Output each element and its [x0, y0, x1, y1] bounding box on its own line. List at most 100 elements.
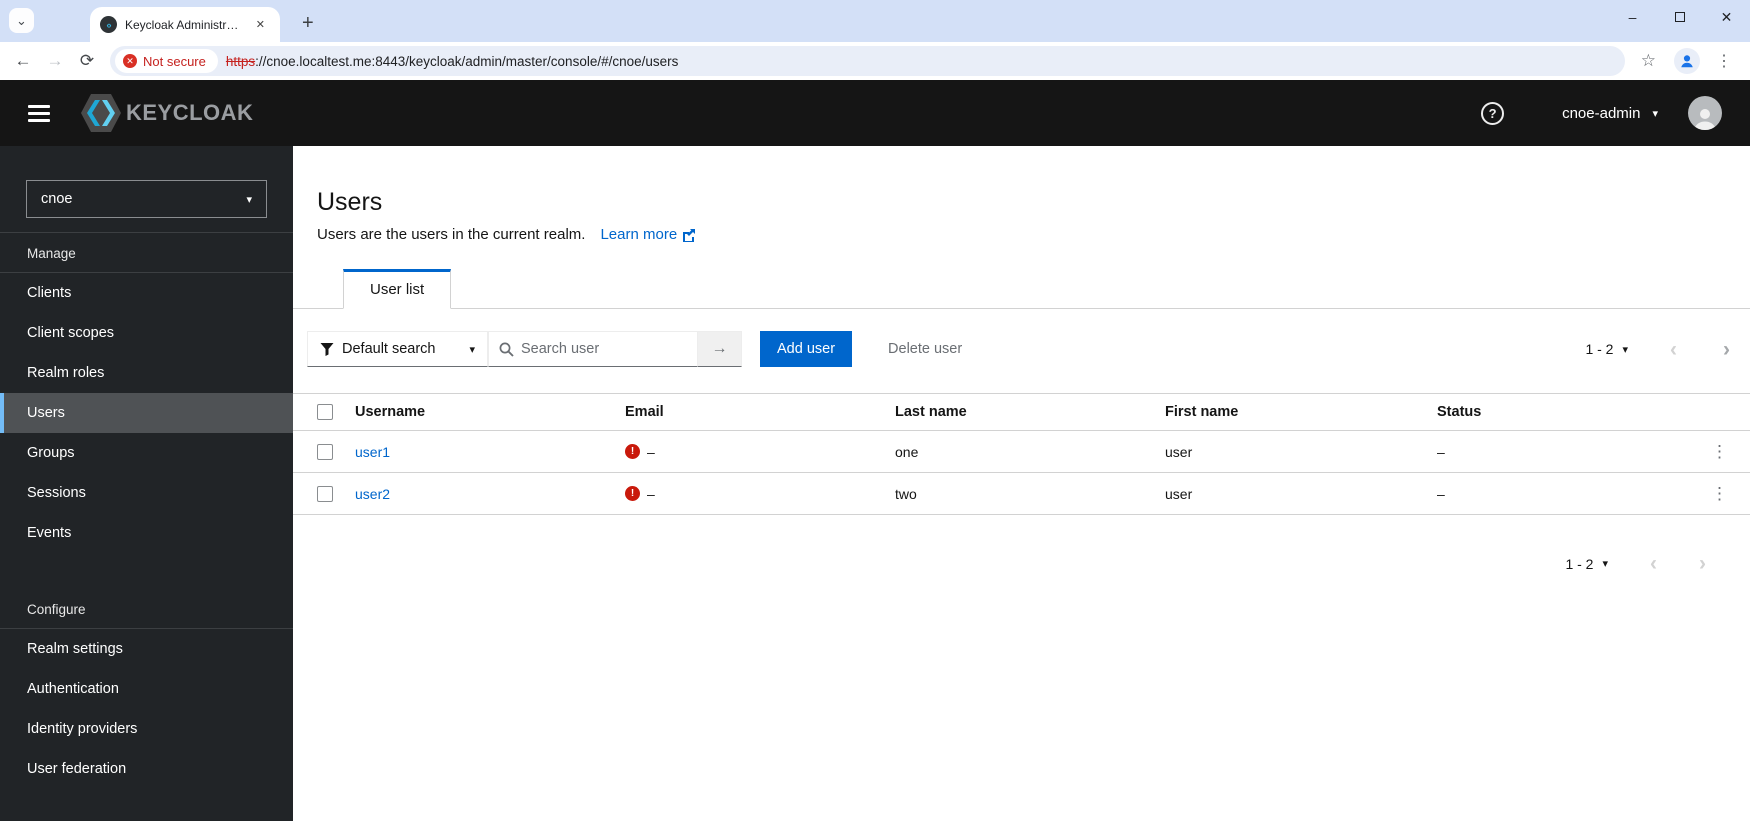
page-subtitle-row: Users are the users in the current realm… [317, 226, 1726, 243]
bookmark-star-icon[interactable]: ☆ [1633, 51, 1664, 71]
users-table: Username Email Last name First name Stat… [293, 393, 1750, 515]
url-text: https://cnoe.localtest.me:8443/keycloak/… [226, 54, 679, 69]
browser-menu-icon[interactable]: ⋮ [1710, 51, 1738, 71]
window-maximize-button[interactable] [1656, 0, 1703, 34]
search-input[interactable] [521, 341, 671, 357]
realm-selector[interactable]: cnoe ▾ [26, 180, 267, 218]
current-username: cnoe-admin [1562, 104, 1641, 122]
search-type-dropdown[interactable]: Default search ▾ [307, 331, 488, 367]
app-body: cnoe ▾ Manage Clients Client scopes Real… [0, 146, 1750, 821]
main-content: Users Users are the users in the current… [293, 146, 1750, 821]
col-first-name: First name [1165, 404, 1239, 420]
pagination-range: 1 - 2 [1585, 341, 1614, 357]
row-checkbox[interactable] [317, 485, 333, 502]
sidebar-item-user-federation[interactable]: User federation [0, 749, 293, 789]
learn-more-link[interactable]: Learn more [600, 226, 696, 243]
status-value: – [1437, 443, 1445, 460]
sidebar-item-clients[interactable]: Clients [0, 273, 293, 313]
sidebar-item-sessions[interactable]: Sessions [0, 473, 293, 513]
sidebar-item-client-scopes[interactable]: Client scopes [0, 313, 293, 353]
window-close-button[interactable]: ✕ [1703, 0, 1750, 34]
page-header: Users Users are the users in the current… [293, 146, 1750, 243]
email-not-verified-icon: ! [625, 486, 640, 501]
username-link[interactable]: user1 [355, 444, 625, 460]
table-row: user2 ! – two user – ⋮ [293, 473, 1750, 515]
help-icon[interactable]: ? [1481, 101, 1505, 125]
address-bar[interactable]: ✕ Not secure https://cnoe.localtest.me:8… [110, 46, 1625, 76]
masthead-right: ? cnoe-admin ▾ [1481, 96, 1722, 130]
new-tab-button[interactable]: + [294, 12, 322, 35]
browser-toolbar: ← → ⟳ ✕ Not secure https://cnoe.localtes… [0, 42, 1750, 80]
nav-section-configure: Configure [27, 602, 86, 617]
next-page-button[interactable]: › [1723, 339, 1730, 360]
user-dropdown[interactable]: cnoe-admin ▾ [1562, 105, 1658, 122]
window-minimize-button[interactable]: – [1609, 0, 1656, 34]
email-value: – [647, 443, 655, 460]
browser-tab-title: Keycloak Administration UI [125, 17, 243, 32]
sidebar-item-users[interactable]: Users [0, 393, 293, 433]
chevron-down-icon: ▾ [1652, 107, 1658, 120]
sidebar-item-identity-providers[interactable]: Identity providers [0, 709, 293, 749]
row-checkbox[interactable] [317, 443, 333, 460]
table-row: user1 ! – one user – ⋮ [293, 431, 1750, 473]
not-secure-icon: ✕ [123, 54, 137, 68]
col-last-name: Last name [895, 404, 967, 420]
keycloak-wordmark: KEYCLOAK [126, 100, 254, 125]
sidebar-item-groups[interactable]: Groups [0, 433, 293, 473]
nav-section-manage: Manage [27, 246, 76, 261]
email-not-verified-icon: ! [625, 444, 640, 459]
person-icon [1681, 55, 1693, 68]
reload-button[interactable]: ⟳ [72, 46, 102, 76]
back-button[interactable]: ← [8, 46, 38, 76]
bottom-pagination-row: 1 - 2 ▾ ‹ › [293, 515, 1750, 574]
col-status: Status [1437, 404, 1482, 420]
tab-user-list[interactable]: User list [343, 269, 452, 309]
select-all-checkbox[interactable] [317, 404, 333, 420]
add-user-button[interactable]: Add user [760, 331, 853, 367]
users-toolbar: Default search ▾ → Add user Delete user … [293, 309, 1750, 367]
chevron-down-icon: ▾ [469, 343, 475, 356]
col-email: Email [625, 404, 664, 420]
filter-funnel-icon [320, 343, 334, 356]
status-value: – [1437, 485, 1445, 502]
pagination-range-dropdown[interactable]: 1 - 2 ▾ [1585, 341, 1628, 357]
page-subtitle: Users are the users in the current realm… [317, 226, 586, 243]
previous-page-button[interactable]: ‹ [1650, 553, 1657, 574]
chevron-down-icon: ▾ [1602, 558, 1608, 570]
email-cell: ! – [625, 444, 895, 460]
search-submit-button[interactable]: → [698, 331, 742, 367]
tab-close-icon[interactable]: ✕ [251, 15, 270, 34]
chevron-down-icon: ▾ [1622, 343, 1628, 356]
learn-more-label: Learn more [600, 226, 678, 243]
tab-search-icon[interactable]: ⌄ [9, 8, 34, 33]
browser-tab[interactable]: ‹› Keycloak Administration UI ✕ [90, 7, 280, 42]
browser-profile-avatar[interactable] [1674, 48, 1700, 74]
next-page-button[interactable]: › [1699, 553, 1706, 574]
security-badge[interactable]: ✕ Not secure [115, 49, 218, 73]
window-controls: – ✕ [1609, 0, 1750, 34]
col-username: Username [355, 404, 426, 420]
user-avatar[interactable] [1688, 96, 1722, 130]
pagination-range-dropdown[interactable]: 1 - 2 ▾ [1565, 556, 1608, 572]
not-secure-label: Not secure [143, 53, 206, 69]
external-link-icon [683, 228, 696, 242]
sidebar-item-realm-settings[interactable]: Realm settings [0, 629, 293, 669]
search-field[interactable] [488, 331, 698, 367]
row-kebab-menu-icon[interactable]: ⋮ [1705, 482, 1734, 506]
sidebar-item-events[interactable]: Events [0, 513, 293, 553]
sidebar: cnoe ▾ Manage Clients Client scopes Real… [0, 146, 293, 821]
forward-button[interactable]: → [40, 46, 70, 76]
sidebar-item-authentication[interactable]: Authentication [0, 669, 293, 709]
row-kebab-menu-icon[interactable]: ⋮ [1705, 440, 1734, 464]
keycloak-logo-icon [81, 94, 121, 132]
tab-bar: User list [293, 269, 1750, 309]
last-name-value: one [895, 443, 919, 460]
username-link[interactable]: user2 [355, 486, 625, 502]
previous-page-button[interactable]: ‹ [1670, 339, 1677, 360]
delete-user-button[interactable]: Delete user [888, 341, 962, 357]
chevron-down-icon: ▾ [246, 193, 252, 206]
keycloak-brand[interactable]: KEYCLOAK [78, 90, 253, 136]
sidebar-item-realm-roles[interactable]: Realm roles [0, 353, 293, 393]
pagination-bottom: 1 - 2 ▾ ‹ › [1565, 553, 1706, 574]
nav-toggle-hamburger-icon[interactable] [28, 104, 50, 122]
